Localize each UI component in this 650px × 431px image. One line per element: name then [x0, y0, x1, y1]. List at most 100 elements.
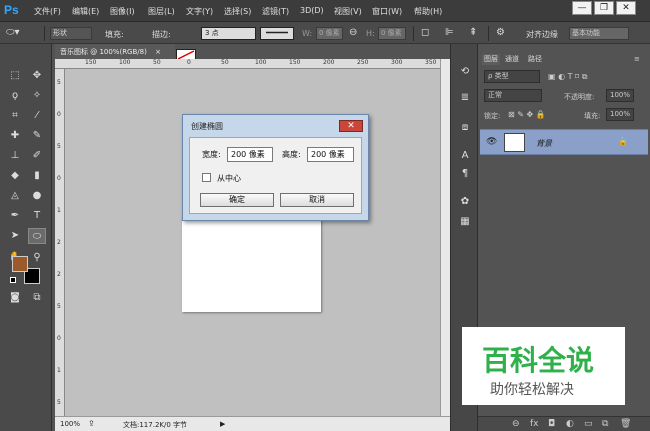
status-menu-arrow-icon[interactable]: ▶ — [220, 420, 225, 428]
lasso-tool-icon[interactable]: ϙ — [6, 88, 24, 104]
stroke-line-icon — [266, 31, 288, 34]
stroke-size-input[interactable]: 3 点 — [201, 27, 256, 40]
ellipse-tool-preset-icon[interactable]: ⬭▾ — [6, 27, 20, 38]
workspace-select[interactable]: 基本功能 — [569, 27, 629, 40]
layer-row[interactable]: 👁 背景 🔒 — [480, 129, 648, 155]
gradient-tool-icon[interactable]: ▮ — [28, 168, 46, 184]
menu-edit[interactable]: 编辑(E) — [72, 6, 99, 17]
crop-tool-icon[interactable]: ⌗ — [6, 108, 24, 124]
close-tab-icon[interactable]: × — [155, 48, 161, 56]
adjustment-layer-icon[interactable]: ◐ — [566, 419, 574, 429]
layers-panel-footer: ⊖ fx ◘ ◐ ▭ ⧉ 🗑 — [478, 416, 650, 431]
move-tool-icon[interactable]: ✥ — [28, 68, 46, 84]
new-group-icon[interactable]: ▭ — [584, 419, 593, 429]
ellipse-tool-icon[interactable]: ⬭ — [28, 228, 46, 244]
menu-view[interactable]: 视图(V) — [334, 6, 362, 17]
path-alignment-icon[interactable]: ⊫ — [445, 27, 454, 38]
from-center-checkbox[interactable] — [202, 173, 211, 182]
status-bar: 100% ⇪ 文档:117.2K/0 字节 ▶ — [55, 416, 450, 431]
menu-layer[interactable]: 图层(L) — [148, 6, 175, 17]
opacity-input[interactable]: 100% — [606, 89, 634, 102]
path-arrangement-icon[interactable]: ⇞ — [469, 27, 477, 38]
dodge-tool-icon[interactable]: ● — [28, 188, 46, 204]
ok-button[interactable]: 确定 — [200, 193, 274, 207]
lock-icon: 🔒 — [618, 137, 628, 146]
tab-channels[interactable]: 通道 — [501, 54, 523, 65]
minimize-button[interactable]: — — [572, 1, 592, 15]
menu-select[interactable]: 选择(S) — [224, 6, 251, 17]
adjustments-panel-icon[interactable]: ⧈ — [456, 120, 474, 136]
tab-paths[interactable]: 路径 — [524, 54, 546, 65]
fill-input[interactable]: 100% — [606, 108, 634, 121]
history-brush-icon[interactable]: ✐ — [28, 148, 46, 164]
character-panel-icon[interactable]: A — [456, 148, 474, 164]
healing-brush-icon[interactable]: ✚ — [6, 128, 24, 144]
dialog-body: 宽度: 200 像素 高度: 200 像素 从中心 确定 取消 — [189, 137, 362, 214]
dialog-close-button[interactable]: ✕ — [339, 120, 363, 132]
vertical-scrollbar[interactable] — [440, 59, 450, 416]
marquee-tool-icon[interactable]: ⬚ — [6, 68, 24, 84]
menu-file[interactable]: 文件(F) — [34, 6, 61, 17]
menu-help[interactable]: 帮助(H) — [414, 6, 442, 17]
foreground-color-swatch[interactable] — [12, 256, 28, 272]
eraser-icon[interactable]: ◆ — [6, 168, 24, 184]
cancel-button[interactable]: 取消 — [280, 193, 354, 207]
link-layers-icon[interactable]: ⊖ — [512, 419, 520, 429]
height-input[interactable]: 0 像素 — [378, 27, 406, 40]
vertical-ruler: 5 0 5 0 1 2 2 5 0 1 5 — [55, 69, 65, 416]
width-input[interactable]: 200 像素 — [227, 147, 273, 162]
magic-wand-icon[interactable]: ✧ — [28, 88, 46, 104]
eyedropper-icon[interactable]: ⁄ — [28, 108, 46, 124]
watermark-title: 百科全说 — [482, 345, 595, 376]
stroke-type-select[interactable] — [260, 27, 294, 40]
menu-type[interactable]: 文字(Y) — [186, 6, 213, 17]
lock-icons[interactable]: ⊠ ✎ ✥ 🔒 — [508, 110, 546, 119]
properties-panel-icon[interactable]: ≣ — [456, 90, 474, 106]
history-panel-icon[interactable]: ⟲ — [456, 64, 474, 80]
menu-filter[interactable]: 滤镜(T) — [262, 6, 289, 17]
filter-icons[interactable]: ▣ ◐ T ⌑ ⧉ — [548, 72, 587, 82]
ruler-tick-label: 0 — [187, 59, 191, 66]
path-operations-icon[interactable]: ◻ — [421, 27, 429, 38]
close-window-button[interactable]: ✕ — [616, 1, 636, 15]
new-layer-icon[interactable]: ⧉ — [602, 419, 608, 429]
zoom-level[interactable]: 100% — [60, 420, 80, 428]
paragraph-panel-icon[interactable]: ¶ — [456, 166, 474, 182]
quick-mask-icon[interactable]: ◙ — [6, 290, 24, 306]
clone-stamp-icon[interactable]: ⊥ — [6, 148, 24, 164]
swatches-panel-icon[interactable]: ✿ — [456, 194, 474, 210]
menu-3d[interactable]: 3D(D) — [300, 6, 324, 15]
restore-button[interactable]: ❐ — [594, 1, 614, 15]
brush-tool-icon[interactable]: ✎ — [28, 128, 46, 144]
height-input[interactable]: 200 像素 — [307, 147, 354, 162]
document-canvas[interactable] — [182, 215, 321, 312]
tool-mode-select[interactable]: 形状 — [50, 27, 92, 40]
blur-tool-icon[interactable]: ◬ — [6, 188, 24, 204]
document-tab[interactable]: 音乐图标 @ 100%(RGB/8) × — [55, 44, 175, 59]
styles-panel-icon[interactable]: ▦ — [456, 214, 474, 230]
export-icon[interactable]: ⇪ — [88, 419, 95, 428]
width-label: W: — [302, 29, 313, 38]
dialog-title: 创建椭圆 — [191, 122, 223, 131]
layer-kind-filter[interactable]: ρ 类型 — [484, 70, 540, 83]
layer-style-icon[interactable]: fx — [530, 419, 539, 429]
menu-window[interactable]: 窗口(W) — [372, 6, 402, 17]
ruler-tick-label: 300 — [391, 59, 403, 66]
trash-icon[interactable]: 🗑 — [620, 419, 631, 429]
default-colors-icon[interactable] — [10, 277, 16, 283]
link-icon[interactable]: ⊖ — [349, 27, 357, 38]
menu-image[interactable]: 图像(I) — [110, 6, 135, 17]
path-selection-icon[interactable]: ➤ — [6, 228, 24, 244]
blend-mode-select[interactable]: 正常 — [484, 89, 542, 102]
zoom-tool-icon[interactable]: ⚲ — [28, 250, 46, 266]
pen-tool-icon[interactable]: ✒ — [6, 208, 24, 224]
panel-menu-icon[interactable]: ≡ — [634, 55, 640, 63]
type-tool-icon[interactable]: T — [28, 208, 46, 224]
screen-mode-icon[interactable]: ⧉ — [28, 290, 46, 306]
gear-icon[interactable]: ⚙ — [496, 27, 505, 38]
layer-name[interactable]: 背景 — [536, 138, 552, 149]
add-mask-icon[interactable]: ◘ — [548, 419, 555, 429]
tab-layers[interactable]: 图层 — [482, 54, 500, 65]
eye-icon[interactable]: 👁 — [486, 137, 497, 147]
width-input[interactable]: 0 像素 — [316, 27, 343, 40]
